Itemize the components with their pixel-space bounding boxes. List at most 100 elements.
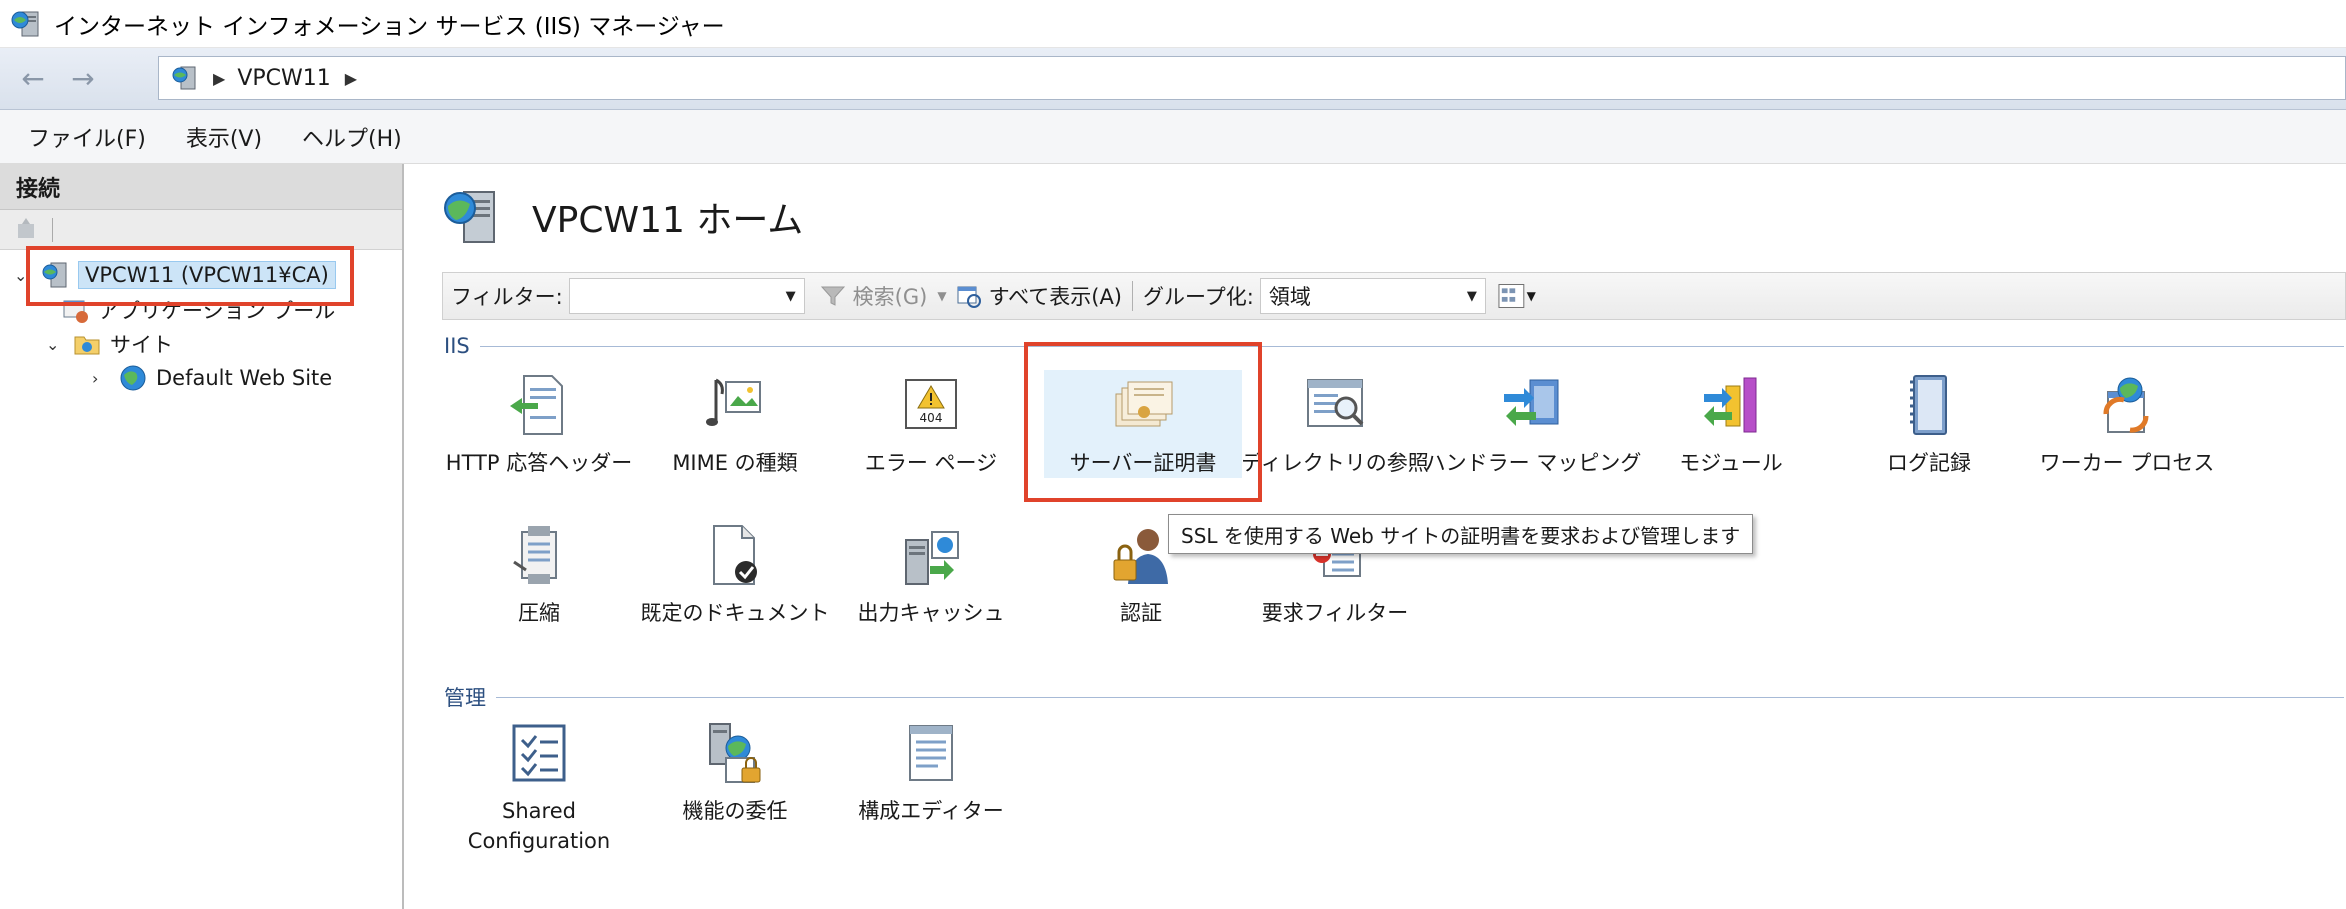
logging-icon <box>1910 375 1947 435</box>
directory-browsing-icon <box>1307 379 1364 427</box>
feature-label: MIME の種類 <box>672 451 798 475</box>
feature-label: HTTP 応答ヘッダー <box>445 451 633 475</box>
page-title: VPCW11 ホーム <box>532 200 804 241</box>
search-button[interactable]: 検索(G) ▼ <box>819 281 947 311</box>
group-header-management: 管理 <box>444 682 2344 712</box>
feature-label: ログ記録 <box>1887 451 1971 475</box>
dropdown-arrow-icon[interactable]: ▼ <box>937 289 946 303</box>
feature-mime-types[interactable]: MIME の種類 <box>640 372 830 478</box>
feature-label: ワーカー プロセス <box>2039 451 2215 475</box>
filter-funnel-icon <box>820 286 845 306</box>
dropdown-arrow-icon[interactable]: ▼ <box>786 289 796 304</box>
server-icon <box>172 66 196 90</box>
feature-label: 構成エディター <box>858 799 1004 823</box>
menu-file[interactable]: ファイル(F) <box>28 121 146 153</box>
feature-delegation[interactable]: 機能の委任 <box>640 720 830 826</box>
feature-label-line1: Shared <box>502 799 576 823</box>
filter-input[interactable]: ▼ <box>568 278 805 314</box>
menu-bar: ファイル(F) 表示(V) ヘルプ(H) <box>0 110 2346 164</box>
group-by-select[interactable]: 領域 ▼ <box>1259 278 1486 314</box>
feature-label-line2: Configuration <box>467 829 611 853</box>
address-bar: ← → ▶ VPCW11 ▶ <box>0 48 2346 110</box>
feature-label: 機能の委任 <box>682 799 788 823</box>
output-caching-icon <box>905 531 959 585</box>
handler-mappings-icon <box>1504 379 1559 426</box>
svg-text:404: 404 <box>920 411 943 425</box>
feature-label: 既定のドキュメント <box>640 601 830 625</box>
worker-processes-icon <box>2103 377 2149 433</box>
feature-default-document[interactable]: 既定のドキュメント <box>640 522 830 628</box>
show-all-button[interactable]: すべて表示(A) <box>955 281 1122 311</box>
tooltip: SSL を使用する Web サイトの証明書を要求および管理します <box>1168 514 1754 554</box>
connections-panel: 接続 ⌄ VPCW11 (VPCW11¥CA) アプリケーション プール ⌄ サ… <box>0 164 404 909</box>
feature-modules[interactable]: モジュール <box>1636 372 1826 478</box>
filter-label: フィルター: <box>451 285 563 309</box>
chevron-down-icon[interactable]: ⌄ <box>46 335 66 354</box>
tree-item-app-pools[interactable]: アプリケーション プール <box>60 295 335 325</box>
chevron-down-icon[interactable]: ⌄ <box>14 266 34 285</box>
feature-label: Shared Configuration <box>468 796 610 856</box>
tree-item-default-web-site[interactable]: › Default Web Site <box>92 363 332 393</box>
server-icon <box>444 191 495 243</box>
group-divider <box>479 345 2344 347</box>
feature-label: 出力キャッシュ <box>857 601 1005 625</box>
tree-item-label: アプリケーション プール <box>98 299 336 323</box>
globe-icon <box>120 365 146 391</box>
feature-server-certificates[interactable]: サーバー証明書 <box>1044 370 1242 478</box>
group-by-value: 領域 <box>1268 285 1311 309</box>
tree-item-label: Default Web Site <box>156 366 333 390</box>
group-by-label: グループ化: <box>1143 285 1254 309</box>
filter-toolbar: フィルター: ▼ 検索(G) ▼ すべて表示(A) グループ化: 領域 ▼ ▼ <box>442 272 2346 320</box>
title-bar: インターネット インフォメーション サービス (IIS) マネージャー <box>0 0 2346 48</box>
feature-worker-processes[interactable]: ワーカー プロセス <box>2032 372 2222 478</box>
feature-label: ハンドラー マッピング <box>1424 451 1642 475</box>
toolbar-divider <box>52 217 53 242</box>
chevron-right-icon[interactable]: › <box>92 369 112 388</box>
connect-icon[interactable] <box>12 216 40 244</box>
feature-compression[interactable]: 圧縮 <box>444 522 634 628</box>
view-grid-icon <box>1498 284 1525 308</box>
feature-logging[interactable]: ログ記録 <box>1834 372 2024 478</box>
connections-header: 接続 <box>0 164 402 210</box>
group-divider <box>496 696 2344 698</box>
breadcrumb-chevron-icon[interactable]: ▶ <box>213 69 225 88</box>
breadcrumb-chevron-icon[interactable]: ▶ <box>345 69 357 88</box>
back-button[interactable]: ← <box>10 56 56 102</box>
tree-item-sites[interactable]: ⌄ サイト <box>46 329 173 359</box>
view-mode-button[interactable]: ▼ <box>1498 280 1536 312</box>
iis-manager-icon <box>11 11 39 36</box>
window-title: インターネット インフォメーション サービス (IIS) マネージャー <box>54 13 725 40</box>
forward-button[interactable]: → <box>60 56 106 102</box>
menu-help[interactable]: ヘルプ(H) <box>302 121 402 153</box>
feature-configuration-editor[interactable]: 構成エディター <box>836 720 1026 826</box>
toolbar-divider <box>1132 281 1134 311</box>
dropdown-arrow-icon[interactable]: ▼ <box>1467 289 1477 304</box>
feature-http-response-headers[interactable]: HTTP 応答ヘッダー <box>444 372 634 478</box>
tree-item-label: VPCW11 (VPCW11¥CA) <box>78 261 336 289</box>
feature-handler-mappings[interactable]: ハンドラー マッピング <box>1425 372 1641 478</box>
show-all-icon <box>957 286 981 308</box>
group-header-iis: IIS <box>444 334 2344 358</box>
feature-label: 認証 <box>1120 601 1162 625</box>
compression-icon <box>513 526 557 584</box>
arrow-left-icon: ← <box>21 62 45 95</box>
feature-directory-browsing[interactable]: ディレクトリの参照 <box>1240 372 1430 478</box>
feature-label: 圧縮 <box>518 601 560 625</box>
address-field[interactable]: ▶ VPCW11 ▶ <box>158 56 2346 100</box>
feature-output-caching[interactable]: 出力キャッシュ <box>836 522 1026 628</box>
http-response-headers-icon <box>510 375 563 435</box>
feature-delegation-icon <box>709 723 761 783</box>
group-header-label: IIS <box>444 334 470 358</box>
server-certificates-icon <box>1115 381 1173 427</box>
feature-error-pages[interactable]: 404 エラー ページ <box>836 372 1026 478</box>
page-header: VPCW11 ホーム <box>440 186 803 248</box>
search-button-label: 検索(G) <box>852 285 928 309</box>
server-icon <box>42 262 67 288</box>
feature-shared-configuration[interactable]: Shared Configuration <box>444 720 634 856</box>
default-document-icon <box>713 525 757 585</box>
dropdown-arrow-icon[interactable]: ▼ <box>1527 289 1536 303</box>
breadcrumb-item[interactable]: VPCW11 <box>237 66 330 91</box>
tree-item-server[interactable]: ⌄ VPCW11 (VPCW11¥CA) <box>14 260 336 290</box>
modules-icon <box>1704 377 1757 433</box>
menu-view[interactable]: 表示(V) <box>186 121 262 153</box>
